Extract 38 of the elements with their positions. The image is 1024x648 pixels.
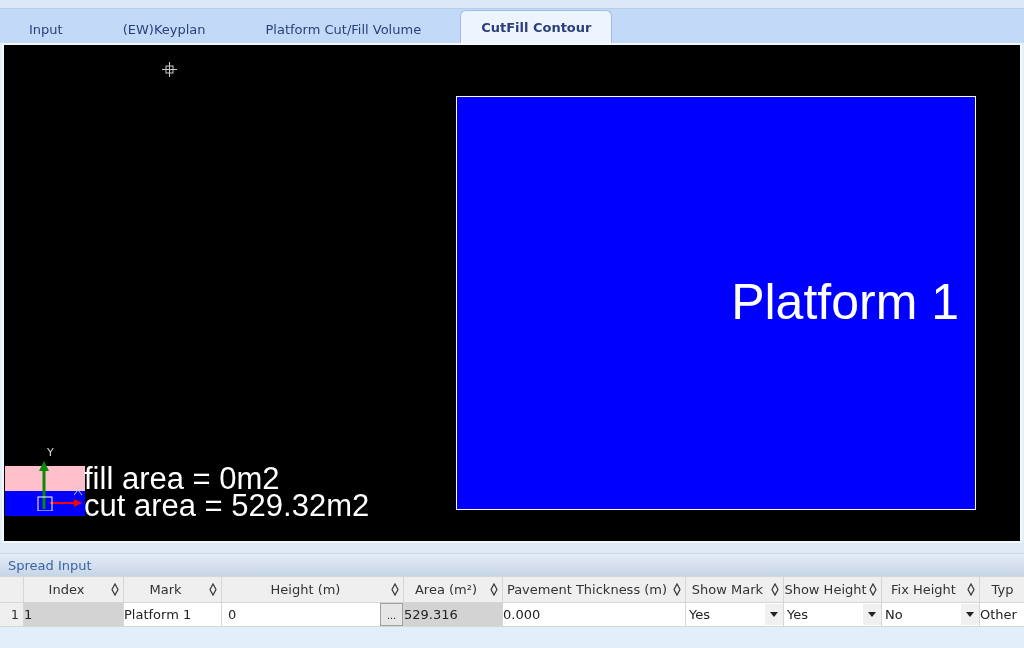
sort-icon[interactable] — [391, 583, 399, 596]
caret-icon[interactable] — [770, 612, 778, 617]
table-cell[interactable]: 0.000 — [503, 603, 686, 627]
column-header[interactable]: Index — [24, 576, 124, 603]
column-header[interactable]: Height (m) — [222, 576, 404, 603]
table-cell: 1 — [24, 603, 124, 627]
tab[interactable]: Input — [8, 14, 84, 43]
caret-icon[interactable] — [868, 612, 876, 617]
sort-icon[interactable] — [111, 583, 119, 596]
sort-icon[interactable] — [869, 583, 877, 596]
platform-label: Platform 1 — [731, 273, 959, 331]
column-header[interactable]: Show Height — [784, 576, 882, 603]
tab[interactable]: CutFill Contour — [460, 10, 613, 43]
row-header: 1 — [0, 603, 24, 627]
crosshair-icon — [162, 62, 177, 77]
column-header[interactable]: Mark — [124, 576, 222, 603]
tab[interactable]: (EW)Keyplan — [101, 14, 227, 43]
column-header[interactable]: Pavement Thickness (m) — [503, 576, 686, 603]
table-cell[interactable]: Platform 1 — [124, 603, 222, 627]
sort-icon[interactable] — [490, 583, 498, 596]
tab[interactable]: Platform Cut/Fill Volume — [244, 14, 443, 43]
table-cell: 529.316 — [404, 603, 503, 627]
column-header[interactable]: Typ — [980, 576, 1024, 603]
table-cell[interactable]: Other — [980, 603, 1024, 627]
column-header[interactable]: Area (m²) — [404, 576, 503, 603]
legend-text: cut area = 529.32m2 — [84, 490, 370, 521]
column-header[interactable]: Fix Height — [882, 576, 980, 603]
panel-title: Spread Input — [0, 554, 1024, 576]
sort-icon[interactable] — [209, 583, 217, 596]
ellipsis-button[interactable]: ... — [380, 603, 403, 626]
caret-icon[interactable] — [966, 612, 974, 617]
input-field[interactable]: 0 — [225, 607, 380, 622]
sort-icon[interactable] — [771, 583, 779, 596]
sort-icon[interactable] — [967, 583, 975, 596]
corner-header — [0, 576, 24, 603]
axis-label: Y — [47, 446, 54, 459]
sort-icon[interactable] — [673, 583, 681, 596]
column-header[interactable]: Show Mark — [686, 576, 784, 603]
